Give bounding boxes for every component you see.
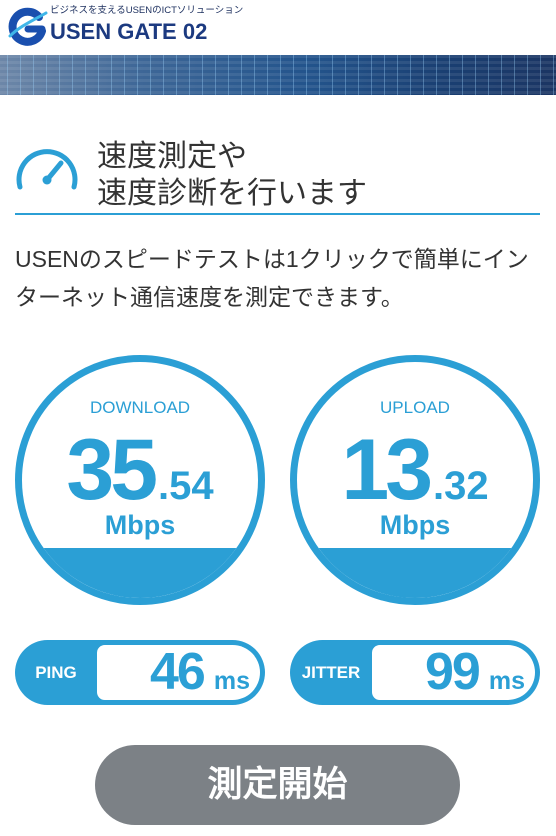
jitter-result: JITTER 99 ms — [290, 640, 540, 705]
upload-gauge: UPLOAD 13.32 Mbps — [290, 355, 540, 605]
usen-gate-logo[interactable]: ビジネスを支えるUSENのICTソリューション USEN GATE 02 — [0, 0, 243, 55]
upload-value-decimal: .32 — [433, 464, 489, 508]
upload-label: UPLOAD — [380, 398, 450, 417]
jitter-value: 99 — [425, 645, 481, 700]
description-line-2: ターネット通信速度を測定できます。 — [15, 284, 404, 310]
usen-gate-logo-icon — [6, 5, 48, 47]
download-unit: Mbps — [104, 510, 176, 540]
site-header: ビジネスを支えるUSENのICTソリューション USEN GATE 02 — [0, 0, 556, 55]
upload-value-integer: 13 — [341, 422, 433, 518]
download-label: DOWNLOAD — [89, 398, 191, 417]
upload-unit: Mbps — [379, 510, 451, 540]
title-underline — [15, 213, 540, 215]
download-value-decimal: .54 — [158, 464, 214, 508]
jitter-unit: ms — [488, 667, 525, 695]
section-title: 速度測定や 速度診断を行います — [97, 138, 367, 212]
ping-label: PING — [35, 663, 77, 682]
section-title-line-2: 速度診断を行います — [97, 177, 367, 210]
jitter-label: JITTER — [301, 663, 361, 682]
brand-name: USEN GATE 02 — [50, 19, 208, 44]
jitter-value-box: 99 ms — [372, 645, 535, 700]
ping-value: 46 — [150, 645, 206, 700]
ping-value-box: 46 ms — [97, 645, 260, 700]
speedometer-icon — [14, 146, 80, 190]
section-title-line-1: 速度測定や — [97, 140, 247, 173]
brand-tagline: ビジネスを支えるUSENのICTソリューション — [50, 5, 244, 16]
description-line-1: USENのスピードテストは1クリックで簡単にイン — [15, 246, 529, 272]
ping-result: PING 46 ms — [15, 640, 265, 705]
download-gauge: DOWNLOAD 35.54 Mbps — [15, 355, 265, 605]
download-gauge-fill — [22, 548, 258, 598]
upload-gauge-fill — [297, 548, 533, 598]
download-value-integer: 35 — [66, 422, 158, 518]
header-banner — [0, 55, 556, 95]
ping-unit: ms — [213, 667, 250, 695]
section-description: USENのスピードテストは1クリックで簡単にイン ターネット通信速度を測定できま… — [15, 240, 529, 316]
start-measurement-button[interactable]: 測定開始 — [95, 745, 460, 825]
